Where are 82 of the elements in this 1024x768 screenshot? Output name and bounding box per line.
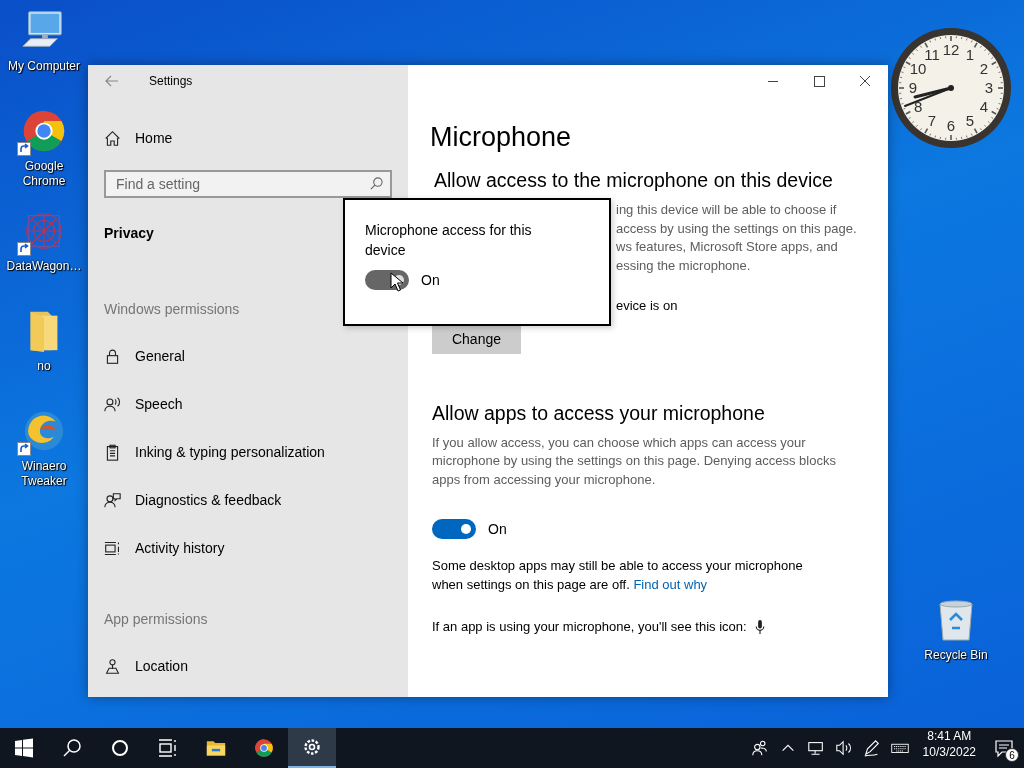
task-view-icon (158, 738, 178, 758)
clock-numeral: 9 (908, 79, 918, 96)
icon-label: Google Chrome (21, 159, 67, 189)
windows-logo-icon (14, 738, 34, 758)
icon-label: Recycle Bin (924, 648, 988, 662)
clock-numeral: 11 (924, 46, 940, 64)
icon-label: My Computer (7, 59, 81, 74)
nav-label: General (135, 348, 185, 364)
section-heading: Allow apps to access your microphone (432, 400, 766, 426)
pen-icon[interactable] (862, 739, 881, 757)
clock-numeral: 2 (979, 60, 989, 77)
nav-label: Home (135, 130, 173, 146)
microphone-icon (754, 619, 765, 635)
lock-icon (104, 347, 121, 365)
clock-numeral: 7 (927, 111, 937, 129)
volume-icon[interactable] (834, 739, 853, 757)
toggle-switch[interactable] (432, 519, 476, 539)
icon-label: Winaero Tweaker (20, 459, 68, 489)
folder-icon (206, 738, 226, 758)
taskbar-button[interactable] (288, 728, 336, 768)
description-text: essing the microphone. (616, 256, 751, 275)
nav-label: Location (135, 658, 188, 674)
people-icon[interactable] (750, 739, 769, 757)
page-title: Microphone (430, 121, 573, 154)
popup-title: Microphone access for this device (365, 221, 533, 260)
gear-icon (302, 737, 322, 757)
time-text: 8:41 AM (927, 728, 972, 744)
nav-item[interactable]: General (88, 332, 408, 380)
icon-label: no (36, 359, 52, 374)
circle-icon (110, 738, 130, 758)
nav-item[interactable]: Inking & typing personalization (88, 428, 408, 476)
find-out-why-link[interactable]: Find out why (633, 576, 708, 592)
network-icon[interactable] (806, 739, 825, 757)
clock-numeral: 12 (942, 41, 960, 58)
nav-item[interactable]: Diagnostics & feedback (88, 476, 408, 524)
date-text: 10/3/2022 (922, 744, 976, 760)
notification-icon[interactable] (994, 738, 1014, 758)
description-text: access by using the settings on this page. (616, 219, 857, 238)
section-heading: Windows permissions (103, 300, 241, 318)
section-heading: Allow access to the microphone on this device (434, 168, 834, 193)
taskbar-clock[interactable]: 8:41 AM 10/3/2022 (914, 728, 984, 768)
recycle-bin-icon[interactable] (936, 598, 976, 642)
description-text: If you allow access, you can choose which apps can access your microphone by using the settings on this page. Denying access blocks apps from accessing your microphone. (432, 433, 837, 489)
search-field[interactable]: Find a setting (104, 170, 392, 198)
note-text: Some desktop apps may still be able to access your microphone when settings on this page are off. Find out why (432, 557, 804, 594)
status-text: evice is on (616, 297, 678, 315)
feedback-icon (104, 491, 121, 509)
clipboard-icon (104, 443, 121, 461)
clock-numeral: 1 (965, 46, 975, 64)
clock-numeral: 6 (946, 117, 956, 134)
nav-item[interactable]: Speech (88, 380, 408, 428)
notification-badge: 6 (1005, 748, 1019, 762)
clock-numeral: 5 (965, 111, 975, 129)
home-nav-item[interactable]: Home (88, 114, 408, 162)
back-arrow-icon[interactable] (105, 74, 119, 88)
window-title: Settings (149, 74, 193, 88)
nav-item[interactable]: Activity history (88, 524, 408, 572)
toggle-label: On (488, 521, 507, 537)
nav-label: Speech (135, 396, 183, 412)
note-text: If an app is using your microphone, you'll see this icon: (432, 618, 747, 636)
nav-label: Activity history (135, 540, 225, 556)
icon-label: DataWagon… (5, 259, 83, 274)
nav-label: Inking & typing personalization (135, 444, 325, 460)
section-heading: App permissions (103, 610, 209, 628)
search-icon (370, 177, 383, 190)
clock-numeral: 3 (984, 79, 994, 96)
timeline-icon (104, 539, 121, 557)
speech-icon (104, 395, 121, 413)
chrome-icon (254, 738, 274, 758)
search-icon (62, 738, 82, 758)
nav-label: Diagnostics & feedback (135, 492, 282, 508)
description-text: ing this device will be able to choose if (616, 201, 837, 219)
clock-numeral: 4 (979, 98, 989, 115)
nav-item[interactable]: Location (88, 642, 408, 690)
clock-numeral: 8 (913, 98, 923, 115)
clock-numeral: 10 (909, 60, 927, 77)
category-title: Privacy (104, 224, 154, 242)
location-icon (104, 657, 121, 675)
toggle-label: On (421, 272, 440, 288)
cursor-icon (390, 272, 403, 292)
home-icon (104, 129, 121, 147)
description-text: ws features, Microsoft Store apps, and (616, 238, 838, 256)
